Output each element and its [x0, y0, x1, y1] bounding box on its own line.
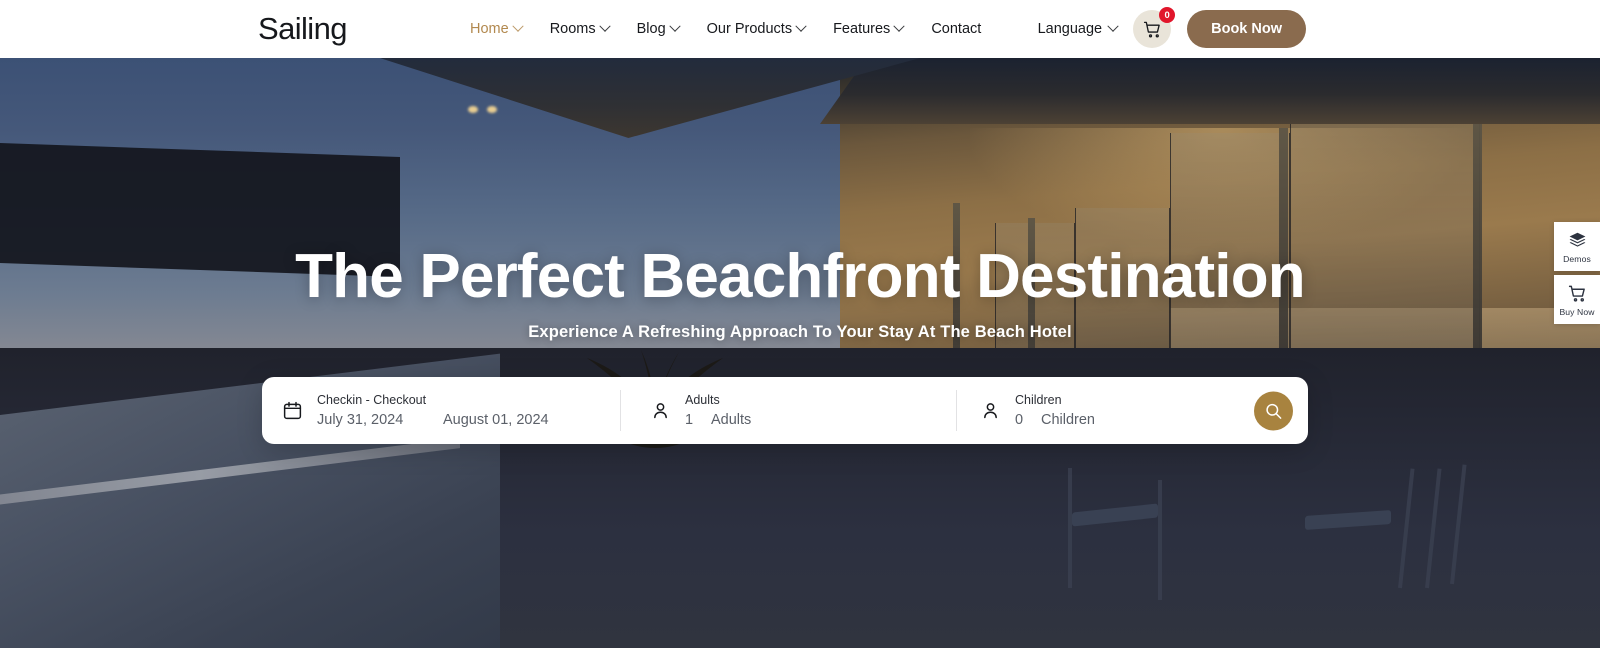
dates-label: Checkin - Checkout	[317, 393, 427, 407]
side-widget-buy-now[interactable]: Buy Now	[1554, 275, 1600, 324]
adults-count[interactable]: 1	[685, 412, 711, 428]
person-icon	[650, 400, 671, 421]
nav-item-home[interactable]: Home	[470, 20, 524, 37]
chevron-down-icon	[795, 20, 807, 32]
adults-values: 1 Adults	[685, 412, 751, 428]
language-label: Language	[1037, 21, 1103, 37]
nav-item-label: Rooms	[549, 21, 596, 37]
site-logo[interactable]: Sailing	[258, 11, 347, 47]
page-root: Sailing Home Rooms Blog Our Products Fea…	[0, 0, 1600, 648]
chevron-down-icon	[668, 20, 681, 32]
calendar-icon	[282, 400, 303, 421]
header-actions: Language 0 Book Now	[1037, 7, 1306, 48]
children-unit: Children	[1041, 412, 1095, 428]
search-button[interactable]	[1254, 391, 1293, 430]
chevron-down-icon	[1107, 20, 1119, 32]
children-label: Children	[1015, 393, 1062, 407]
villa-roof	[820, 58, 1600, 124]
chevron-down-icon	[598, 20, 611, 32]
terrace-shadow	[0, 143, 400, 277]
language-selector[interactable]: Language	[1037, 20, 1119, 37]
booking-field-dates[interactable]: Checkin - Checkout July 31, 2024 August …	[262, 377, 620, 444]
nav-item-label: Blog	[636, 21, 666, 37]
nav-item-label: Our Products	[706, 21, 793, 37]
checkin-date[interactable]: July 31, 2024	[317, 412, 443, 428]
main-navigation: Home Rooms Blog Our Products Features Co…	[470, 20, 981, 37]
adults-unit: Adults	[711, 412, 752, 428]
nav-item-contact[interactable]: Contact	[931, 21, 981, 37]
adults-label: Adults	[685, 393, 720, 407]
side-widget-demos[interactable]: Demos	[1554, 222, 1600, 271]
booking-field-children[interactable]: Children 0 Children	[956, 377, 1246, 444]
adults-body: Adults 1 Adults	[685, 393, 751, 428]
cart-widget[interactable]: 0	[1133, 7, 1176, 48]
floating-side-widget: Demos Buy Now	[1554, 222, 1600, 324]
ceiling-light	[468, 106, 478, 113]
hero-section: The Perfect Beachfront Destination Exper…	[0, 58, 1600, 648]
chevron-down-icon	[512, 20, 524, 32]
side-widget-label: Demos	[1563, 254, 1591, 264]
ceiling-light	[487, 106, 497, 113]
layers-icon	[1569, 232, 1585, 247]
site-header: Sailing Home Rooms Blog Our Products Fea…	[0, 0, 1600, 58]
dates-values: July 31, 2024 August 01, 2024	[317, 412, 549, 428]
nav-item-label: Home	[470, 21, 509, 37]
chevron-down-icon	[893, 20, 905, 32]
nav-item-our-products[interactable]: Our Products	[706, 20, 807, 37]
nav-item-label: Contact	[931, 21, 982, 37]
checkout-date[interactable]: August 01, 2024	[443, 412, 549, 428]
chair-leg	[1068, 468, 1072, 588]
cart-count-badge: 0	[1159, 7, 1176, 23]
dates-body: Checkin - Checkout July 31, 2024 August …	[317, 393, 549, 428]
shopping-cart-icon	[1568, 285, 1585, 302]
search-icon	[1266, 403, 1282, 419]
shopping-cart-icon	[1143, 21, 1160, 37]
side-widget-label: Buy Now	[1559, 307, 1595, 317]
booking-field-adults[interactable]: Adults 1 Adults	[620, 377, 956, 444]
booking-search-bar: Checkin - Checkout July 31, 2024 August …	[262, 377, 1308, 444]
nav-item-rooms[interactable]: Rooms	[549, 20, 611, 37]
children-count[interactable]: 0	[1015, 412, 1041, 428]
chair-leg	[1158, 480, 1162, 600]
nav-item-blog[interactable]: Blog	[636, 20, 681, 37]
nav-item-features[interactable]: Features	[833, 20, 905, 37]
nav-item-label: Features	[833, 21, 891, 37]
children-body: Children 0 Children	[1015, 393, 1095, 428]
person-icon	[980, 400, 1001, 421]
children-values: 0 Children	[1015, 412, 1095, 428]
book-now-button[interactable]: Book Now	[1187, 10, 1306, 48]
